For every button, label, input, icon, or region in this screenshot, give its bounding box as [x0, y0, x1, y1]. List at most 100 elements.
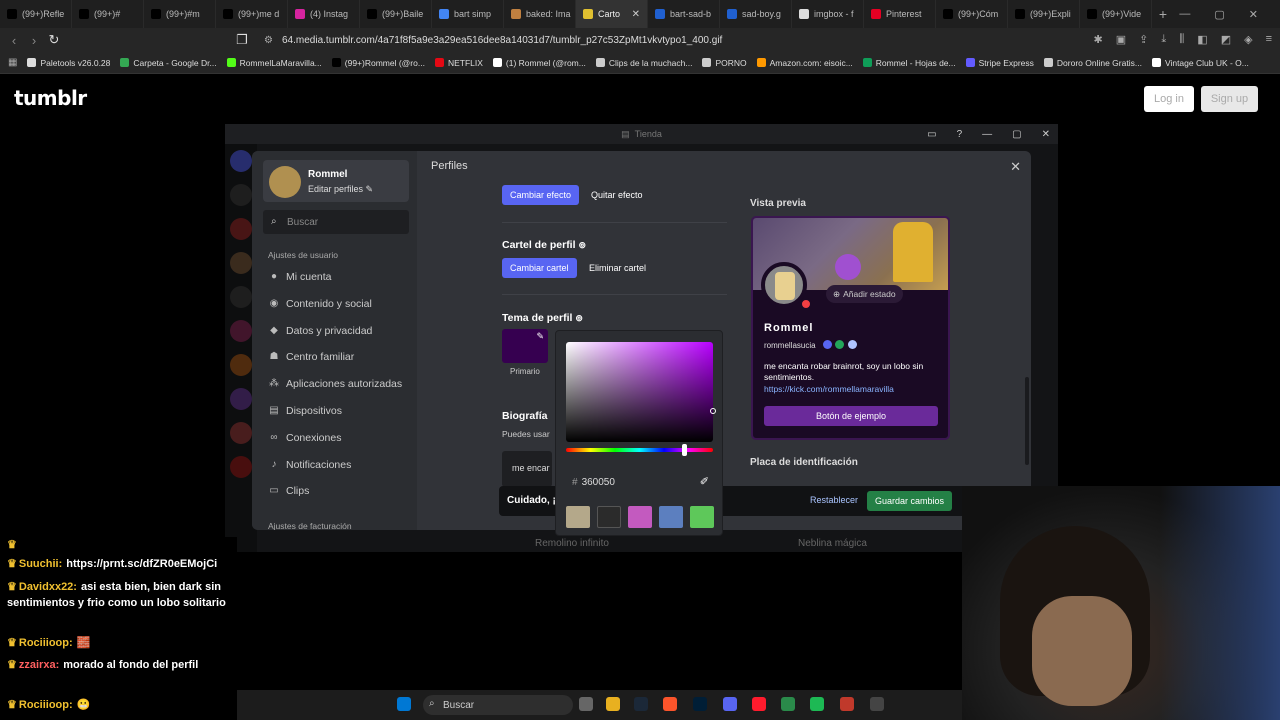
remove-effect-button[interactable]: Quitar efecto [583, 185, 651, 205]
bio-textarea[interactable]: me encar [502, 451, 552, 487]
close-icon[interactable]: ✕ [1042, 129, 1050, 140]
color-swatch[interactable] [659, 506, 683, 528]
browser-tab[interactable]: (99+)#m [144, 0, 216, 28]
bookmark-item[interactable]: Carpeta - Google Dr... [120, 58, 217, 68]
bookmark-item[interactable]: Stripe Express [965, 58, 1034, 68]
sidebar-icon[interactable]: ◧ [1197, 33, 1207, 46]
bookmark-item[interactable]: NETFLIX [434, 58, 483, 68]
sidebar-item[interactable]: ◉ Contenido y social [268, 298, 372, 310]
bookmark-item[interactable]: Vintage Club UK - O... [1151, 58, 1249, 68]
photoshop-icon[interactable] [693, 697, 707, 711]
browser-tab[interactable]: (99+)Baile [360, 0, 432, 28]
download-icon[interactable]: ⤓ [1161, 33, 1166, 46]
remove-banner-button[interactable]: Eliminar cartel [581, 258, 654, 278]
browser-tab[interactable]: (4) Instag [288, 0, 360, 28]
browser-tab[interactable]: Carto ✕ [576, 0, 648, 28]
close-icon[interactable]: ✕ [1010, 159, 1021, 175]
sidebar-item[interactable]: ∞ Conexiones [268, 432, 341, 444]
browser-tab[interactable]: (99+)Refle [0, 0, 72, 28]
bookmark-icon[interactable]: ❐ [232, 32, 252, 48]
minimize-icon[interactable]: — [982, 129, 992, 140]
save-changes-button[interactable]: Guardar cambios [867, 491, 953, 511]
change-effect-button[interactable]: Cambiar efecto [502, 185, 580, 205]
taskbar-search[interactable]: ⌕ Buscar [423, 695, 573, 715]
hue-slider-thumb[interactable] [681, 444, 687, 456]
scrollbar[interactable] [1025, 377, 1029, 465]
bookmark-item[interactable]: Paletools v26.0.28 [27, 58, 110, 68]
bookmark-item[interactable]: RommelLaMaravilla... [226, 58, 322, 68]
forward-icon[interactable]: › [24, 33, 44, 48]
bookmark-item[interactable]: Rommel - Hojas de... [862, 58, 956, 68]
hex-input[interactable]: # 360050 ✐ [566, 471, 713, 493]
opera-icon[interactable] [752, 697, 766, 711]
bookmark-item[interactable]: Amazon.com: eisoic... [756, 58, 853, 68]
vpn-icon[interactable]: ◈ [1244, 33, 1252, 46]
bookmark-item[interactable]: (1) Rommel (@rom... [492, 58, 586, 68]
new-tab-button[interactable]: + [1152, 6, 1174, 22]
browser-tab[interactable]: Pinterest [864, 0, 936, 28]
help-icon[interactable]: ? [957, 129, 963, 140]
browser-tab[interactable]: baked: Ima [504, 0, 576, 28]
color-swatch[interactable] [628, 506, 652, 528]
start-icon[interactable] [397, 697, 411, 711]
bookmark-item[interactable]: Clips de la muchach... [595, 58, 692, 68]
login-button[interactable]: Log in [1144, 86, 1194, 112]
sidebar-item[interactable]: ▭ Clips [268, 485, 309, 497]
profile-card[interactable]: Rommel Editar perfiles ✎ [263, 160, 409, 202]
saturation-value-area[interactable] [566, 342, 713, 442]
app-icon[interactable] [781, 697, 795, 711]
primary-color-swatch[interactable]: ✎ [502, 329, 548, 363]
close-icon[interactable]: ✕ [1249, 8, 1258, 21]
color-swatch[interactable] [597, 506, 621, 528]
hue-slider[interactable] [566, 448, 713, 452]
back-icon[interactable]: ‹ [4, 33, 24, 48]
steam-icon[interactable] [634, 697, 648, 711]
browser-tab[interactable]: (99+)Expli [1008, 0, 1080, 28]
library-icon[interactable]: ⫼ [1179, 33, 1184, 46]
browser-tab[interactable]: (99+)me d [216, 0, 288, 28]
example-button[interactable]: Botón de ejemplo [764, 406, 938, 426]
browser-tab[interactable]: sad-boy.g [720, 0, 792, 28]
color-cursor[interactable] [710, 408, 716, 414]
tumblr-logo[interactable]: tumblr [14, 86, 87, 110]
brave-icon[interactable] [663, 697, 677, 711]
change-banner-button[interactable]: Cambiar cartel [502, 258, 577, 278]
browser-tab[interactable]: (99+)Cóm [936, 0, 1008, 28]
browser-tab[interactable]: bart-sad-b [648, 0, 720, 28]
preview-link[interactable]: https://kick.com/rommellamaravilla [764, 384, 894, 394]
share-icon[interactable]: ⇪ [1139, 33, 1148, 46]
signup-button[interactable]: Sign up [1201, 86, 1258, 112]
file-explorer-icon[interactable] [606, 697, 620, 711]
maximize-icon[interactable]: ▢ [1012, 129, 1021, 140]
browser-tab[interactable]: imgbox - f [792, 0, 864, 28]
sidebar-item[interactable]: ⁂ Aplicaciones autorizadas [268, 378, 402, 390]
app-icon[interactable] [870, 697, 884, 711]
eyedropper-icon[interactable]: ✐ [700, 475, 709, 488]
bookmark-item[interactable]: Dororo Online Gratis... [1043, 58, 1142, 68]
sidebar-item[interactable]: ☗ Centro familiar [268, 351, 355, 363]
bookmark-item[interactable]: (99+)Rommel (@ro... [331, 58, 425, 68]
reload-icon[interactable]: ↻ [44, 32, 64, 48]
task-view-icon[interactable] [579, 697, 593, 711]
extensions-icon[interactable]: ✱ [1094, 33, 1103, 46]
color-swatch[interactable] [690, 506, 714, 528]
minimize-icon[interactable]: — [1179, 8, 1190, 20]
menu-icon[interactable]: ≡ [1266, 33, 1272, 46]
screenshot-icon[interactable]: ▣ [1116, 33, 1126, 46]
inbox-icon[interactable]: ▭ [927, 129, 936, 140]
edit-profiles-link[interactable]: Editar perfiles ✎ [308, 184, 373, 195]
sidebar-item[interactable]: ▤ Dispositivos [268, 405, 342, 417]
browser-tab[interactable]: (99+)# [72, 0, 144, 28]
reset-button[interactable]: Restablecer [810, 495, 858, 505]
search-input[interactable]: ⌕ Buscar [263, 210, 409, 234]
color-swatch[interactable] [566, 506, 590, 528]
browser-tab[interactable]: bart simp [432, 0, 504, 28]
sidebar-item[interactable]: ◆ Datos y privacidad [268, 325, 372, 337]
browser-tab[interactable]: (99+)Vide [1080, 0, 1152, 28]
sidebar-item[interactable]: ● Mi cuenta [268, 271, 332, 283]
discord-icon[interactable] [723, 697, 737, 711]
sidebar-item[interactable]: ♪ Notificaciones [268, 459, 352, 471]
site-info-icon[interactable]: ⚙ [264, 35, 273, 46]
wallet-icon[interactable]: ◩ [1221, 33, 1231, 46]
app-icon[interactable] [840, 697, 854, 711]
